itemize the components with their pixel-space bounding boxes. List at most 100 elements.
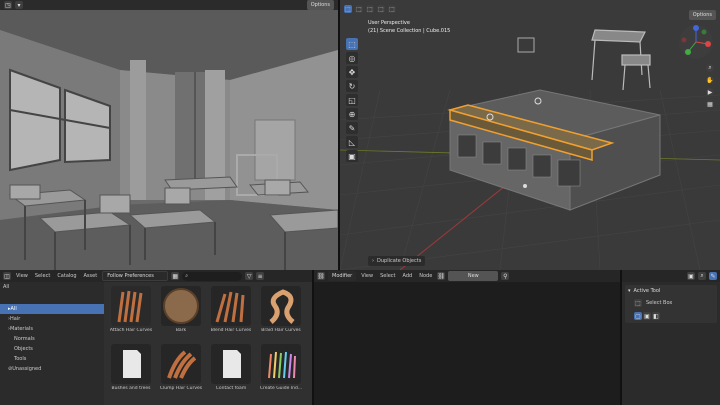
asset-tile[interactable]: Clump Hair Curves <box>158 344 204 391</box>
new-button[interactable]: New <box>448 271 499 281</box>
scale-icon[interactable]: ◱ <box>346 94 358 106</box>
zoom-icon[interactable]: ⌕ <box>706 64 714 72</box>
asset-label: Create Guide Ind... <box>259 386 303 391</box>
select-box-icon[interactable]: ⬚ <box>346 38 358 50</box>
asset-tile[interactable]: Attach Hair Curves <box>108 286 154 333</box>
menu-select[interactable]: Select <box>33 273 52 279</box>
display-settings-icon[interactable]: ≡ <box>256 272 265 280</box>
pin-icon[interactable]: ⚲ <box>501 272 510 280</box>
right-viewport-header: ⬚ ⬚ ⬚ ⬚ ⬚ Options <box>340 0 720 20</box>
asset-browser-icon[interactable]: ◫ <box>3 272 11 280</box>
rotate-icon[interactable]: ↻ <box>346 80 358 92</box>
catalog-item-materials[interactable]: › Materials <box>0 324 104 334</box>
asset-tile[interactable]: Contact foam <box>208 344 254 391</box>
catalog-item-normals[interactable]: Normals <box>0 334 104 344</box>
active-tool-row[interactable]: ⬚ Select Box <box>628 299 714 307</box>
last-operator-panel[interactable]: › Duplicate Objects <box>368 256 426 266</box>
menu-view[interactable]: View <box>359 273 375 279</box>
collection-info: (21) Scene Collection | Cube.015 <box>368 28 451 34</box>
asset-label: Clump Hair Curves <box>159 386 203 391</box>
move-icon[interactable]: ✥ <box>346 66 358 78</box>
menu-add[interactable]: Add <box>401 273 415 279</box>
annotate-icon[interactable]: ✎ <box>346 122 358 134</box>
asset-tile[interactable]: Bark <box>158 286 204 333</box>
active-tool-panel: ▾ Active Tool ⬚ Select Box ▢ ▣ ◧ <box>625 285 717 323</box>
menu-node[interactable]: Node <box>417 273 434 279</box>
search-icon[interactable]: ⌕ <box>698 272 706 280</box>
node-mode-value: Modifier <box>332 273 353 279</box>
catalog-item-unassigned[interactable]: ⊘ Unassigned <box>0 364 104 374</box>
lasso-icon[interactable]: ⬚ <box>366 5 374 13</box>
transform-icon[interactable]: ⊕ <box>346 108 358 120</box>
clump-thumbnail <box>161 344 201 384</box>
camera-icon[interactable]: ▶ <box>706 88 714 96</box>
menu-asset[interactable]: Asset <box>82 273 100 279</box>
asset-label: Contact foam <box>215 386 247 391</box>
library-select-value: Follow Preferences <box>107 273 154 279</box>
invert-select-icon[interactable]: ⬚ <box>388 5 396 13</box>
asset-tile[interactable]: Create Guide Ind... <box>258 344 304 391</box>
library-grid-icon[interactable]: ▦ <box>171 272 180 280</box>
search-input[interactable]: ⌕ <box>182 271 243 281</box>
right-options-button[interactable]: Options <box>688 10 716 20</box>
catalog-item-tools[interactable]: Tools <box>0 354 104 364</box>
mode-extend-icon[interactable]: ▣ <box>643 312 651 320</box>
catalog-item-objects[interactable]: Objects <box>0 344 104 354</box>
catalog-item-hair[interactable]: › Hair <box>0 314 104 324</box>
right-viewport[interactable]: ⬚ ⬚ ⬚ ⬚ ⬚ Options User Perspective (21) … <box>340 0 720 270</box>
filter-icon[interactable]: ▽ <box>245 272 254 280</box>
catalog-item-all[interactable]: ▸ All <box>0 304 104 314</box>
node-canvas[interactable] <box>314 282 620 405</box>
library-select[interactable]: Follow Preferences <box>102 271 169 281</box>
add-cube-icon[interactable]: ▣ <box>346 150 358 162</box>
menu-catalog[interactable]: Catalog <box>55 273 78 279</box>
search-icon: ⌕ <box>185 273 188 279</box>
tool-tab-icon[interactable]: ✎ <box>709 272 717 280</box>
properties-icon[interactable]: ▣ <box>687 272 695 280</box>
guides-thumbnail <box>261 344 301 384</box>
menu-view[interactable]: View <box>14 273 30 279</box>
bark-thumbnail <box>161 286 201 326</box>
navigation-gizmo[interactable] <box>676 22 716 62</box>
select-mode-icon[interactable]: ⬚ <box>344 5 352 13</box>
node-tree-icon[interactable]: ⛓ <box>437 272 446 280</box>
catalog-label: Unassigned <box>12 366 42 372</box>
document-icon <box>111 344 151 384</box>
new-button-label: New <box>467 273 479 279</box>
left-viewport[interactable]: ◳ ▾ Options <box>0 0 338 270</box>
cursor-icon[interactable]: ◎ <box>346 52 358 64</box>
tweak-icon[interactable]: ⬚ <box>355 5 363 13</box>
pan-hand-icon[interactable]: ✋ <box>706 76 714 84</box>
catalog-label: Normals <box>14 336 35 342</box>
view3d-editor-icon[interactable]: ◳ <box>4 1 12 9</box>
left-options-button[interactable]: Options <box>306 0 334 10</box>
menu-select[interactable]: Select <box>378 273 397 279</box>
chevron-right-icon: › <box>372 258 374 264</box>
hair-thumbnail <box>111 286 151 326</box>
catalog-label: Objects <box>14 346 33 352</box>
mode-subtract-icon[interactable]: ◧ <box>652 312 660 320</box>
asset-tile[interactable]: Blend Hair Curves <box>208 286 254 333</box>
tool-shelf: ⬚ ◎ ✥ ↻ ◱ ⊕ ✎ ◺ ▣ <box>346 38 358 162</box>
catalog-filter[interactable]: All <box>0 282 104 292</box>
measure-icon[interactable]: ◺ <box>346 136 358 148</box>
hair-thumbnail <box>211 286 251 326</box>
asset-label: Attach Hair Curves <box>109 328 153 333</box>
asset-tile[interactable]: Bushes and trees <box>108 344 154 391</box>
grid-icon[interactable]: ▦ <box>706 100 714 108</box>
mode-new-icon[interactable]: ▢ <box>634 312 642 320</box>
asset-tile[interactable]: Braid Hair Curves <box>258 286 304 333</box>
panel-title: Active Tool <box>633 288 661 294</box>
document-icon <box>211 344 251 384</box>
properties-panel: ▾ Active Tool ⬚ Select Box ▢ ▣ ◧ <box>622 282 720 405</box>
catalog-label: Materials <box>10 326 33 332</box>
asset-grid: Attach Hair Curves Bark Blend Hair Curve… <box>104 282 312 405</box>
active-tool-header[interactable]: ▾ Active Tool <box>628 288 714 294</box>
catalog-label: All <box>10 306 17 312</box>
mode-icon[interactable]: ▾ <box>15 1 23 9</box>
circle-select-icon[interactable]: ⬚ <box>377 5 385 13</box>
node-editor-icon[interactable]: ⛓ <box>317 272 325 280</box>
node-mode-select[interactable]: Modifier <box>328 271 357 281</box>
tool-name: Select Box <box>646 300 673 306</box>
classroom-render <box>0 10 338 270</box>
